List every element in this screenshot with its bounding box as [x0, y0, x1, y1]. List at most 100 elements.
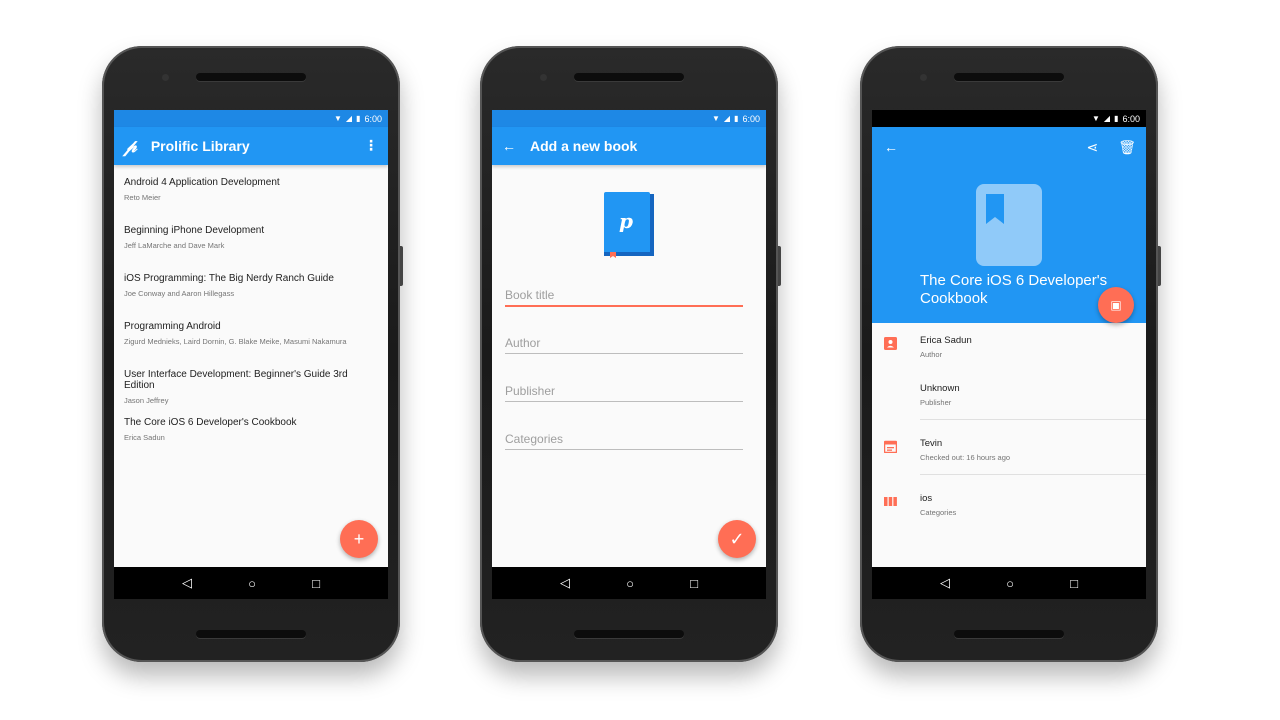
back-nav-icon[interactable]: ◁ — [940, 575, 950, 591]
status-time: 6:00 — [742, 113, 760, 124]
book-title: User Interface Development: Beginner's G… — [124, 369, 348, 391]
recents-nav-icon[interactable]: □ — [1070, 576, 1078, 591]
list-item[interactable]: iOS Programming: The Big Nerdy Ranch Gui… — [114, 267, 388, 315]
detail-sub: Author — [920, 350, 943, 359]
phone-1: ▼ ◢ ▮ 6:00 𝓅 Prolific Library ⋮ Android … — [102, 46, 403, 662]
book-title: Programming Android — [124, 321, 221, 332]
divider — [920, 474, 1146, 475]
nav-bar: ◁ ○ □ — [114, 567, 388, 599]
list-item[interactable]: The Core iOS 6 Developer's Cookbook Eric… — [114, 411, 388, 459]
speaker — [196, 73, 306, 81]
share-icon[interactable]: ⋖ — [1086, 139, 1098, 156]
confirm-button[interactable]: ✓ — [718, 520, 756, 558]
bookmark-icon — [986, 194, 1004, 224]
status-time: 6:00 — [1122, 113, 1140, 124]
book-placeholder-icon — [976, 184, 1042, 266]
book-author: Jeff LaMarche and Dave Mark — [124, 241, 225, 250]
list-item[interactable]: Android 4 Application Development Reto M… — [114, 171, 388, 219]
screen-add-book: ▼ ◢ ▮ 6:00 ← Add a new book p Book title… — [492, 110, 766, 599]
wifi-icon: ▼ — [711, 113, 720, 123]
book-author: Joe Conway and Aaron Hillegass — [124, 289, 235, 298]
phone-2: ▼ ◢ ▮ 6:00 ← Add a new book p Book title… — [480, 46, 781, 662]
book-title: The Core iOS 6 Developer's Cookbook — [124, 417, 297, 428]
detail-title: Tevin — [920, 438, 943, 449]
signal-icon: ◢ — [345, 113, 353, 123]
speaker — [574, 73, 684, 81]
author-input[interactable]: Author — [505, 336, 743, 354]
detail-title: ios — [920, 493, 933, 504]
recents-nav-icon[interactable]: □ — [312, 576, 320, 591]
book-logo-icon: p — [604, 192, 654, 258]
back-arrow-icon[interactable]: ← — [884, 139, 898, 156]
book-title: iOS Programming: The Big Nerdy Ranch Gui… — [124, 273, 334, 284]
toolbar-actions: ⋖ 🗑 — [1086, 139, 1136, 156]
status-bar: ▼ ◢ ▮ 6:00 — [872, 110, 1146, 127]
wifi-icon: ▼ — [333, 113, 342, 123]
hero-toolbar: ← ⋖ 🗑 — [884, 139, 1136, 156]
detail-sub: Checked out: 16 hours ago — [920, 453, 1011, 462]
back-nav-icon[interactable]: ◁ — [560, 575, 570, 591]
add-book-button[interactable]: + — [340, 520, 378, 558]
book-list: Android 4 Application Development Reto M… — [114, 165, 388, 459]
list-item[interactable]: User Interface Development: Beginner's G… — [114, 363, 388, 411]
book-author: Zigurd Mednieks, Laird Dornin, G. Blake … — [124, 337, 347, 346]
detail-sub: Publisher — [920, 398, 952, 407]
checkout-button[interactable]: ▣ — [1098, 287, 1134, 323]
battery-icon: ▮ — [1114, 113, 1119, 123]
screen-book-detail: ▼ ◢ ▮ 6:00 ← ⋖ 🗑 The Core iOS 6 Develope… — [872, 110, 1146, 599]
camera — [540, 74, 547, 81]
nav-bar: ◁ ○ □ — [492, 567, 766, 599]
bottom-speaker — [954, 630, 1064, 638]
app-bar: ← Add a new book — [492, 127, 766, 165]
calendar-icon — [884, 440, 897, 453]
speaker — [954, 73, 1064, 81]
detail-title: Erica Sadun — [920, 335, 972, 346]
bottom-speaker — [574, 630, 684, 638]
detail-sub: Categories — [920, 508, 957, 517]
categories-input[interactable]: Categories — [505, 432, 743, 450]
recents-nav-icon[interactable]: □ — [690, 576, 698, 591]
overflow-menu-icon[interactable]: ⋮ — [364, 137, 378, 154]
person-icon — [884, 337, 897, 350]
back-arrow-icon[interactable]: ← — [502, 138, 516, 154]
home-nav-icon[interactable]: ○ — [1006, 576, 1014, 591]
bottom-speaker — [196, 630, 306, 638]
logo-icon: 𝓅 — [124, 135, 137, 157]
app-title: Prolific Library — [150, 138, 250, 154]
book-author: Reto Meier — [124, 193, 161, 202]
home-nav-icon[interactable]: ○ — [248, 576, 256, 591]
battery-icon: ▮ — [356, 113, 361, 123]
signal-icon: ◢ — [723, 113, 731, 123]
book-title: Beginning iPhone Development — [124, 225, 265, 236]
signal-icon: ◢ — [1103, 113, 1111, 123]
delete-icon[interactable]: 🗑 — [1118, 139, 1136, 156]
camera — [920, 74, 927, 81]
columns-icon — [884, 497, 897, 506]
book-author: Erica Sadun — [124, 433, 165, 442]
book-title-input[interactable]: Book title — [505, 288, 743, 307]
app-title: Add a new book — [530, 138, 638, 154]
detail-title: Unknown — [920, 383, 960, 394]
back-nav-icon[interactable]: ◁ — [182, 575, 192, 591]
list-item[interactable]: Beginning iPhone Development Jeff LaMarc… — [114, 219, 388, 267]
nav-bar: ◁ ○ □ — [872, 567, 1146, 599]
home-nav-icon[interactable]: ○ — [626, 576, 634, 591]
camera — [162, 74, 169, 81]
phone-3: ▼ ◢ ▮ 6:00 ← ⋖ 🗑 The Core iOS 6 Develope… — [860, 46, 1161, 662]
app-bar: 𝓅 Prolific Library ⋮ — [114, 127, 388, 165]
battery-icon: ▮ — [734, 113, 739, 123]
svg-text:p: p — [619, 209, 633, 233]
detail-author: Erica Sadun Author — [872, 323, 1146, 371]
book-details: Erica Sadun Author Unknown Publisher Tev… — [872, 323, 1146, 529]
status-bar: ▼ ◢ ▮ 6:00 — [114, 110, 388, 127]
detail-checkout: Tevin Checked out: 16 hours ago — [872, 426, 1146, 474]
status-bar: ▼ ◢ ▮ 6:00 — [492, 110, 766, 127]
status-time: 6:00 — [364, 113, 382, 124]
screen-library: ▼ ◢ ▮ 6:00 𝓅 Prolific Library ⋮ Android … — [114, 110, 388, 599]
publisher-input[interactable]: Publisher — [505, 384, 743, 402]
divider — [920, 419, 1146, 420]
book-title: Android 4 Application Development — [124, 177, 280, 188]
list-item[interactable]: Programming Android Zigurd Mednieks, Lai… — [114, 315, 388, 363]
wifi-icon: ▼ — [1091, 113, 1100, 123]
detail-publisher: Unknown Publisher — [872, 371, 1146, 419]
